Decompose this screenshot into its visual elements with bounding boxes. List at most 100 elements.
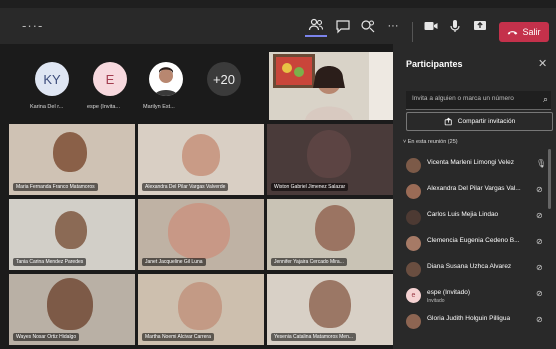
participant-row[interactable]: Gloria Judith Holguin Pilligua ⊘ bbox=[393, 309, 556, 335]
share-icon bbox=[444, 117, 452, 126]
participant-name: Diana Susana Uzhca Alvarez bbox=[427, 263, 512, 270]
microphone-on-icon: 🎙 bbox=[536, 159, 547, 168]
person-photo-icon bbox=[154, 67, 178, 96]
share-screen-button[interactable] bbox=[469, 15, 491, 37]
share-invite-label: Compartir invitación bbox=[457, 118, 516, 125]
teams-meeting-window: -··- ··· Salir KY Karina Del r... E espe… bbox=[0, 0, 556, 349]
invite-search-input[interactable] bbox=[410, 94, 534, 103]
avatar-initials: E bbox=[105, 71, 115, 87]
participant-row[interactable]: Alexandra Del Pilar Vargas Val... ⊘ bbox=[393, 179, 556, 205]
toolbar-divider bbox=[412, 22, 413, 42]
share-screen-icon bbox=[474, 21, 486, 30]
meeting-timer-placeholder: -··- bbox=[22, 18, 44, 33]
tile-name: Wayes Nosar Ortiz Hidalgo bbox=[13, 333, 80, 341]
video-tile[interactable]: Alexandra Del Pilar Vargas Valverde bbox=[138, 124, 264, 195]
participant-video bbox=[309, 280, 351, 328]
camera-icon bbox=[424, 22, 438, 30]
participant-video bbox=[178, 282, 222, 330]
meeting-toolbar: -··- ··· Salir bbox=[0, 8, 556, 44]
avatar bbox=[406, 210, 421, 225]
featured-video[interactable] bbox=[269, 52, 393, 120]
more-icon: ··· bbox=[387, 20, 399, 32]
participant-row[interactable]: Carlos Luis Mejia Lindao ⊘ bbox=[393, 205, 556, 231]
microphone-button[interactable] bbox=[444, 15, 466, 37]
video-tile[interactable]: Janet Jacqueline Gil Luna bbox=[138, 199, 264, 270]
more-participants-badge[interactable]: +20 bbox=[207, 62, 241, 96]
participant-video bbox=[55, 211, 87, 249]
microphone-icon bbox=[450, 20, 460, 32]
section-label: En esta reunión (25) bbox=[407, 139, 458, 145]
reactions-icon bbox=[361, 20, 375, 33]
reactions-button[interactable] bbox=[357, 15, 379, 37]
participant-name: Carlos Luis Mejia Lindao bbox=[427, 211, 499, 218]
participant-name: Vicenta Marleni Limongi Velez bbox=[427, 159, 514, 166]
share-invite-button[interactable]: Compartir invitación bbox=[406, 112, 553, 131]
video-tile[interactable]: Wiston Gabriel Jimenez Salazar bbox=[267, 124, 393, 195]
participant-video bbox=[53, 132, 87, 172]
participant-video bbox=[47, 278, 93, 330]
video-tile[interactable]: Martha Noemi Alcivar Carrera bbox=[138, 274, 264, 345]
scrollbar[interactable] bbox=[548, 149, 551, 209]
people-icon bbox=[308, 18, 324, 31]
avatar[interactable]: KY bbox=[35, 62, 69, 96]
chevron-down-icon: ˅ bbox=[403, 139, 407, 145]
camera-button[interactable] bbox=[420, 15, 442, 37]
avatar-name: Karina Del r... bbox=[30, 104, 64, 110]
participant-video bbox=[307, 130, 351, 178]
featured-participant-video bbox=[269, 52, 393, 120]
tile-name: Maria Fernanda Franco Matamoros bbox=[13, 183, 98, 191]
video-tile[interactable]: Yesenia Catalina Matamoros Men... bbox=[267, 274, 393, 345]
avatar-name: Marilyn Est... bbox=[143, 104, 175, 110]
participants-toggle-button[interactable] bbox=[305, 15, 327, 37]
video-tile[interactable]: Maria Fernanda Franco Matamoros bbox=[9, 124, 135, 195]
leave-button[interactable]: Salir bbox=[499, 22, 549, 42]
avatar[interactable]: E bbox=[93, 62, 127, 96]
tile-name: Jennifer Yajaira Cercado Mira... bbox=[271, 258, 347, 266]
close-icon[interactable]: ✕ bbox=[538, 57, 547, 70]
participant-row[interactable]: e espe (Invitado) Invitado ⊘ bbox=[393, 283, 556, 309]
participant-name: espe (Invitado) bbox=[427, 289, 470, 296]
microphone-muted-icon: ⊘ bbox=[536, 237, 543, 246]
avatar bbox=[406, 158, 421, 173]
more-actions-button[interactable]: ··· bbox=[382, 15, 404, 37]
tile-name: Janet Jacqueline Gil Luna bbox=[142, 258, 206, 266]
leave-label: Salir bbox=[522, 27, 541, 37]
participant-name: Alexandra Del Pilar Vargas Val... bbox=[427, 185, 521, 192]
avatar bbox=[406, 236, 421, 251]
participant-row[interactable]: Clemencia Eugenia Cedeno B... ⊘ bbox=[393, 231, 556, 257]
chat-icon bbox=[336, 20, 350, 34]
phone-hangup-icon bbox=[508, 30, 518, 35]
invite-search-field[interactable]: ⌕ bbox=[406, 91, 551, 110]
chat-button[interactable] bbox=[332, 15, 354, 37]
avatar-initials: KY bbox=[43, 71, 61, 87]
video-tile[interactable]: Wayes Nosar Ortiz Hidalgo bbox=[9, 274, 135, 345]
participant-name: Gloria Judith Holguin Pilligua bbox=[427, 315, 511, 322]
microphone-muted-icon: ⊘ bbox=[536, 315, 543, 324]
video-tile[interactable]: Jennifer Yajaira Cercado Mira... bbox=[267, 199, 393, 270]
search-icon[interactable]: ⌕ bbox=[543, 94, 548, 105]
panel-title: Participantes bbox=[406, 59, 463, 69]
microphone-muted-icon: ⊘ bbox=[536, 289, 543, 298]
tile-name: Tania Carina Mendez Paredes bbox=[13, 258, 87, 266]
avatar-name: espe (Invita... bbox=[87, 104, 121, 110]
video-tile[interactable]: Tania Carina Mendez Paredes bbox=[9, 199, 135, 270]
avatar bbox=[406, 184, 421, 199]
participant-row[interactable]: Diana Susana Uzhca Alvarez ⊘ bbox=[393, 257, 556, 283]
participant-video bbox=[168, 203, 230, 259]
avatar-photo[interactable] bbox=[149, 62, 183, 96]
tile-name: Yesenia Catalina Matamoros Men... bbox=[271, 333, 357, 341]
more-count: +20 bbox=[212, 71, 236, 87]
participants-panel: Participantes ✕ ⌕ Compartir invitación ˅… bbox=[393, 44, 556, 349]
microphone-muted-icon: ⊘ bbox=[536, 185, 543, 194]
microphone-muted-icon: ⊘ bbox=[536, 211, 543, 220]
video-stage: KY Karina Del r... E espe (Invita... Mar… bbox=[0, 44, 393, 349]
microphone-muted-icon: ⊘ bbox=[536, 263, 543, 272]
participant-role: Invitado bbox=[427, 298, 445, 304]
tile-name: Wiston Gabriel Jimenez Salazar bbox=[271, 183, 349, 191]
avatar-initials: e bbox=[411, 292, 416, 299]
avatar bbox=[406, 262, 421, 277]
participant-video bbox=[315, 205, 355, 251]
section-header[interactable]: ˅ En esta reunión (25) bbox=[403, 139, 458, 145]
participant-row[interactable]: Vicenta Marleni Limongi Velez 🎙 bbox=[393, 153, 556, 179]
tile-name: Martha Noemi Alcivar Carrera bbox=[142, 333, 214, 341]
